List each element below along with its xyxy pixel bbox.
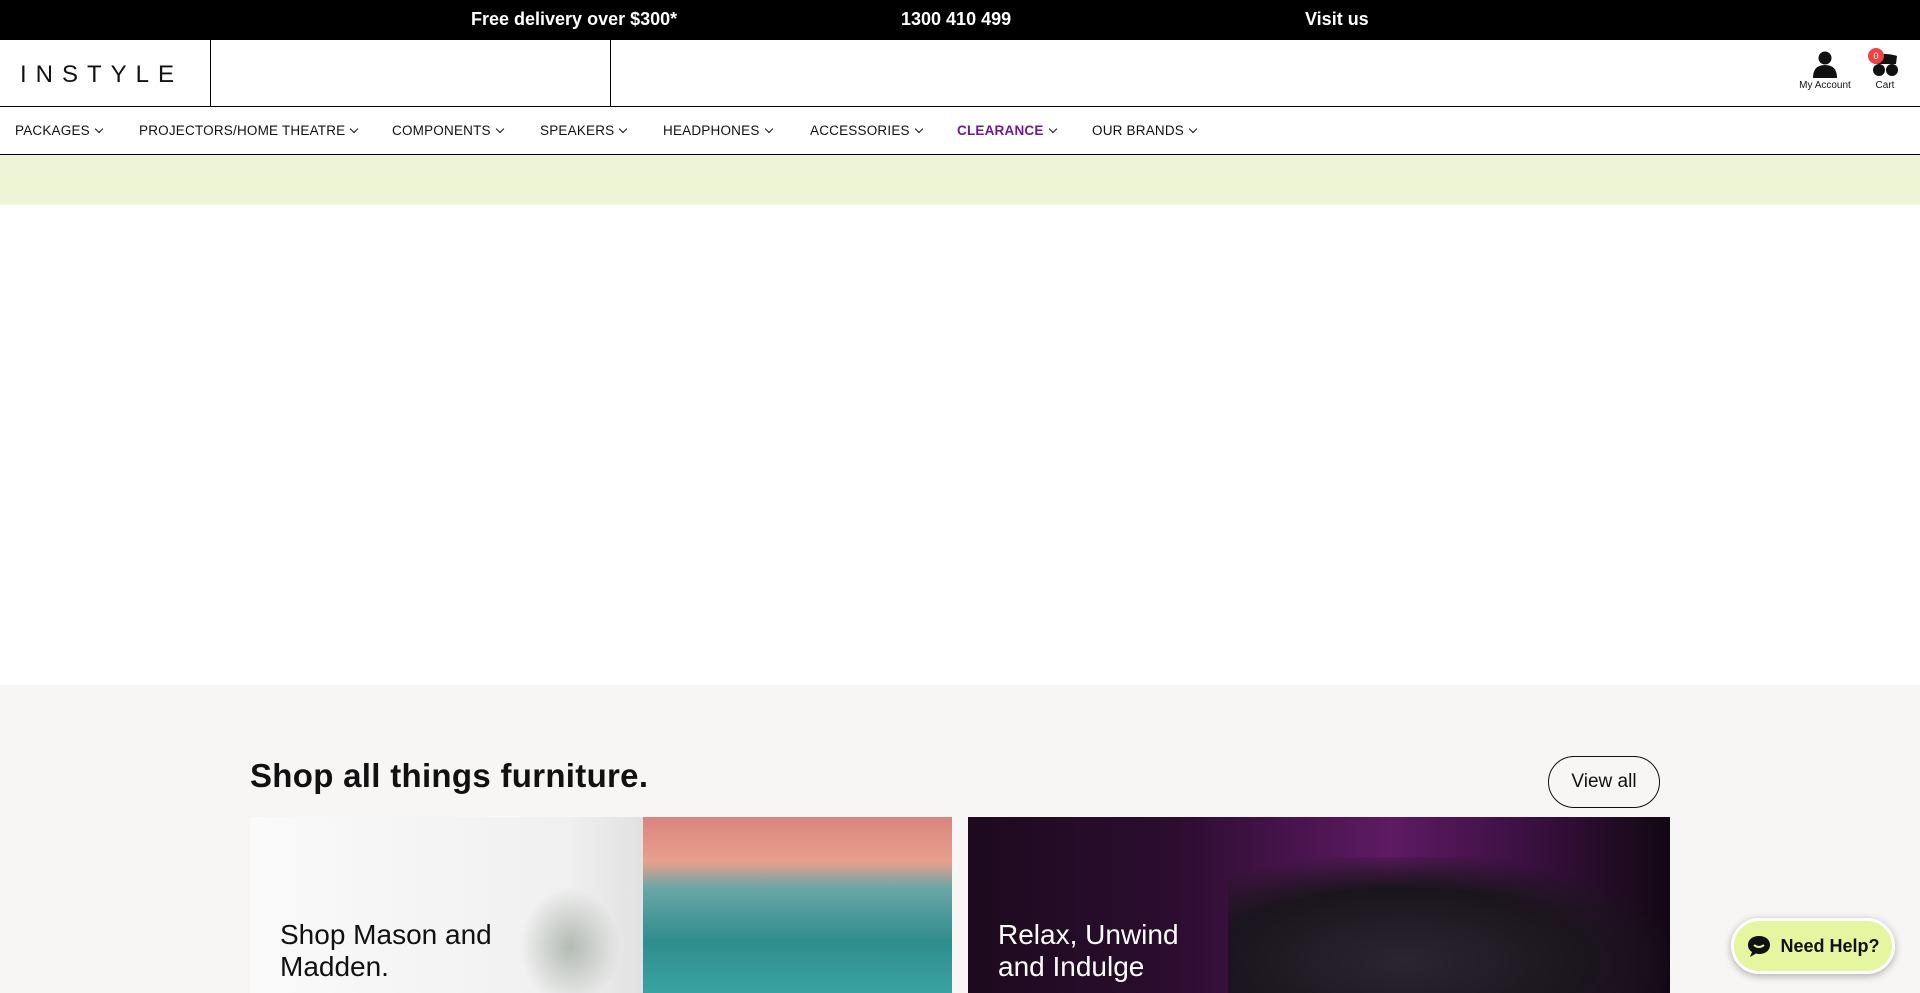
nav-label: SPEAKERS [540, 123, 615, 138]
need-help-chat-button[interactable]: Need Help? [1731, 918, 1895, 974]
nav-item-packages[interactable]: PACKAGES [15, 107, 104, 155]
chat-bubble-icon [1748, 936, 1771, 957]
furniture-card-mason-madden[interactable]: Shop Mason and Madden. [250, 817, 952, 993]
chevron-down-icon [1048, 124, 1057, 134]
phone-link[interactable]: 1300 410 499 [901, 0, 1011, 38]
user-icon [1813, 51, 1837, 78]
furniture-card-relax[interactable]: Relax, Unwind and Indulge [968, 817, 1670, 993]
chat-label: Need Help? [1780, 935, 1880, 956]
cart-button[interactable]: 0 Cart [1868, 48, 1902, 91]
promo-strip [0, 155, 1920, 205]
plant-image [520, 887, 620, 993]
site-logo[interactable]: INSTYLE [20, 61, 183, 89]
nav-label: COMPONENTS [392, 123, 491, 138]
chevron-down-icon [94, 124, 104, 134]
section-heading: Shop all things furniture. [250, 757, 649, 794]
nav-item-accessories[interactable]: ACCESSORIES [810, 107, 923, 155]
visit-us-link[interactable]: Visit us [1305, 0, 1369, 38]
card-title-line: Madden. [280, 951, 389, 982]
nav-item-speakers[interactable]: SPEAKERS [540, 107, 628, 155]
nav-item-clearance[interactable]: CLEARANCE [957, 107, 1057, 155]
nav-label: OUR BRANDS [1092, 123, 1185, 138]
nav-label-clearance: CLEARANCE [957, 123, 1044, 138]
nav-label: PACKAGES [15, 123, 90, 138]
nav-item-projectors[interactable]: PROJECTORS/HOME THEATRE [139, 107, 359, 155]
view-all-button[interactable]: View all [1548, 756, 1660, 808]
chevron-down-icon [914, 124, 923, 134]
nav-label: PROJECTORS/HOME THEATRE [139, 123, 346, 138]
chevron-down-icon [619, 124, 628, 134]
my-account-label: My Account [1799, 80, 1851, 91]
chevron-down-icon [350, 124, 359, 134]
free-delivery-link[interactable]: Free delivery over $300* [471, 0, 677, 38]
card-title: Relax, Unwind and Indulge [998, 919, 1179, 983]
nav-item-headphones[interactable]: HEADPHONES [663, 107, 773, 155]
card-title: Shop Mason and Madden. [280, 919, 492, 983]
my-account-button[interactable]: My Account [1794, 50, 1856, 91]
card-title-line: Shop Mason and [280, 919, 492, 950]
furniture-section: Shop all things furniture. View all Shop… [0, 685, 1920, 993]
nav-item-components[interactable]: COMPONENTS [392, 107, 505, 155]
hero-banner [0, 205, 1920, 685]
chevron-down-icon [495, 124, 505, 134]
nav-label: HEADPHONES [663, 123, 760, 138]
site-header: INSTYLE My Account 0 Cart [0, 40, 1920, 107]
announcement-bar: Free delivery over $300* 1300 410 499 Vi… [0, 0, 1920, 40]
main-nav: PACKAGES PROJECTORS/HOME THEATRE COMPONE… [0, 107, 1920, 155]
search-input[interactable] [211, 40, 610, 107]
theatre-seating-image [1228, 857, 1668, 993]
cart-label: Cart [1875, 80, 1895, 91]
card-title-line: and Indulge [998, 951, 1145, 982]
wall-art-image [643, 817, 952, 993]
chevron-down-icon [1188, 124, 1198, 134]
nav-item-our-brands[interactable]: OUR BRANDS [1092, 107, 1198, 155]
nav-label: ACCESSORIES [810, 123, 910, 138]
search-box [210, 40, 611, 107]
cart-count-badge: 0 [1868, 48, 1884, 64]
chevron-down-icon [764, 124, 773, 134]
card-title-line: Relax, Unwind [998, 919, 1179, 950]
